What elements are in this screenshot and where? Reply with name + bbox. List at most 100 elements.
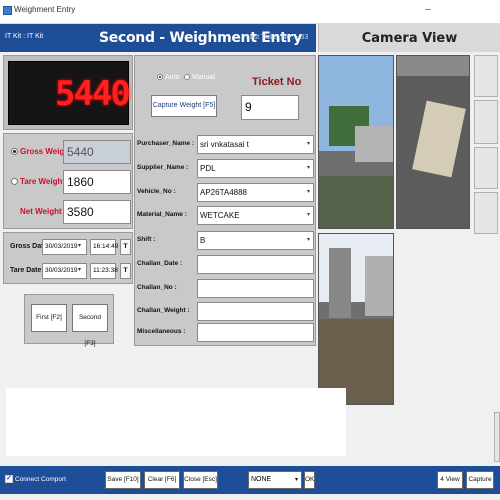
- mode-manual-radio[interactable]: [184, 74, 190, 81]
- gross-time-field[interactable]: 16:14:49: [90, 239, 118, 255]
- gross-weight-radio[interactable]: [11, 148, 18, 155]
- camera-2-top: [397, 56, 469, 76]
- scrollbar[interactable]: [494, 412, 500, 462]
- chevron-down-icon: ▾: [306, 212, 310, 218]
- chevron-down-icon: ▾: [306, 237, 310, 243]
- first-weighment-button[interactable]: First [F2]: [31, 304, 67, 332]
- form-row: Challan_Date :: [135, 254, 317, 274]
- form-field-value: B: [200, 236, 206, 245]
- form-field-value: AP26TA4888: [200, 188, 247, 197]
- camera-3-building: [365, 256, 393, 316]
- mode-auto-radio[interactable]: [157, 74, 163, 81]
- weights-panel: Gross Weight : 5440 Tare Weight : 1860 N…: [3, 133, 133, 229]
- calendar-dropdown-icon[interactable]: ▾: [78, 242, 81, 249]
- connect-comport-label: Connect Comport: [15, 476, 66, 483]
- ticket-no-field[interactable]: 9: [241, 95, 299, 120]
- ticket-no-label: Ticket No: [252, 76, 302, 88]
- chevron-down-icon: ▾: [306, 165, 310, 171]
- it-kit-label: IT Kit : IT Kit: [5, 33, 44, 40]
- form-row: Supplier_Name : PDL ▾: [135, 158, 317, 178]
- port-select[interactable]: NONE ▾: [248, 471, 302, 489]
- form-field-label: Supplier_Name :: [137, 164, 189, 171]
- form-field-dropdown[interactable]: PDL ▾: [197, 159, 314, 178]
- app-window: Weighment Entry – IT Kit : IT Kit Second…: [0, 0, 500, 500]
- camera-view-title: Camera View: [318, 24, 500, 52]
- form-field-input[interactable]: [197, 302, 314, 321]
- camera-side-button-2[interactable]: [474, 100, 498, 144]
- dates-panel: Gross Date 30/03/2019 ▾ 16:14:49 T Tare …: [3, 232, 133, 284]
- form-row: Shift : B ▾: [135, 230, 317, 250]
- net-weight-label: Net Weight :: [20, 207, 67, 216]
- mode-manual[interactable]: Manual: [184, 74, 215, 81]
- connect-comport-checkbox[interactable]: ✓: [5, 475, 13, 483]
- second-weighment-button[interactable]: Second [F3]: [72, 304, 108, 347]
- camera-feed-3[interactable]: [318, 233, 394, 405]
- four-view-button[interactable]: 4 View: [437, 471, 463, 489]
- form-row: Purchaser_Name : sri vnkatasai t ▾: [135, 134, 317, 154]
- mode-auto[interactable]: Auto: [157, 74, 179, 81]
- camera-feed-2[interactable]: [396, 55, 470, 229]
- camera-1-ground: [319, 176, 393, 228]
- form-field-label: Challan_Date :: [137, 260, 183, 267]
- form-field-dropdown[interactable]: AP26TA4888 ▾: [197, 183, 314, 202]
- tare-weight-field[interactable]: 1860: [63, 170, 131, 194]
- calendar-dropdown-icon[interactable]: ▾: [78, 266, 81, 273]
- form-row: Challan_Weight :: [135, 301, 317, 321]
- tare-weight-radio[interactable]: [11, 178, 18, 185]
- form-field-label: Challan_Weight :: [137, 307, 190, 314]
- net-weight-field[interactable]: 3580: [63, 200, 131, 224]
- form-field-input[interactable]: [197, 255, 314, 274]
- tare-time-button[interactable]: T: [120, 263, 131, 279]
- gross-date-row: Gross Date 30/03/2019 ▾ 16:14:49 T: [4, 237, 134, 257]
- weighment-actions: First [F2] Second [F3]: [24, 294, 114, 347]
- tare-time-field[interactable]: 11:23:38: [90, 263, 118, 279]
- window-title: Weighment Entry: [14, 5, 76, 14]
- app-icon: [3, 6, 12, 15]
- mode-auto-label: Auto: [165, 74, 180, 81]
- form-row: Miscellaneous :: [135, 322, 317, 342]
- camera-side-button-4[interactable]: [474, 192, 498, 234]
- gross-weight-field[interactable]: 5440: [63, 140, 131, 164]
- form-field-dropdown[interactable]: B ▾: [197, 231, 314, 250]
- net-weight-row: Net Weight : 3580: [4, 200, 134, 224]
- form-field-label: Shift :: [137, 236, 156, 243]
- bottom-toolbar: ✓ Connect Comport Save [F10] Clear [F6] …: [0, 466, 500, 494]
- form-row: Challan_No :: [135, 278, 317, 298]
- gross-time-button[interactable]: T: [120, 239, 131, 255]
- tare-weight-row: Tare Weight : 1860: [4, 170, 134, 194]
- entry-form-panel: Auto Manual Ticket No Capture Weight [F5…: [134, 55, 316, 346]
- weight-display-panel: 5440: [3, 55, 133, 130]
- form-field-input[interactable]: [197, 279, 314, 298]
- port-select-value: NONE: [251, 476, 272, 483]
- form-field-input[interactable]: [197, 323, 314, 342]
- camera-side-button-3[interactable]: [474, 147, 498, 189]
- form-field-label: Material_Name :: [137, 211, 187, 218]
- form-field-dropdown[interactable]: WETCAKE ▾: [197, 206, 314, 225]
- header-bar: IT Kit : IT Kit Second - Weighment Entry…: [0, 24, 316, 52]
- capture-button[interactable]: Capture: [466, 471, 494, 489]
- gross-weight-row: Gross Weight : 5440: [4, 140, 134, 164]
- form-field-value: WETCAKE: [200, 211, 240, 220]
- form-field-dropdown[interactable]: sri vnkatasai t ▾: [197, 135, 314, 154]
- minimize-button[interactable]: –: [417, 4, 439, 18]
- chevron-down-icon: ▾: [306, 189, 310, 195]
- chevron-down-icon: ▾: [306, 141, 310, 147]
- form-field-label: Purchaser_Name :: [137, 140, 195, 147]
- camera-side-button-1[interactable]: [474, 55, 498, 97]
- capture-weight-button[interactable]: Capture Weight [F5]: [151, 95, 217, 117]
- clear-button[interactable]: Clear [F6]: [144, 471, 180, 489]
- tare-date-row: Tare Date 30/03/2019 ▾ 11:23:38 T: [4, 261, 134, 281]
- save-button[interactable]: Save [F10]: [105, 471, 141, 489]
- form-row: Vehicle_No : AP26TA4888 ▾: [135, 182, 317, 202]
- mode-manual-label: Manual: [192, 74, 215, 81]
- form-field-label: Miscellaneous :: [137, 328, 186, 335]
- close-button[interactable]: Close [Esc]: [183, 471, 218, 489]
- weight-display-value: 5440: [55, 74, 131, 114]
- form-field-value: PDL: [200, 164, 216, 173]
- form-row: Material_Name : WETCAKE ▾: [135, 205, 317, 225]
- last-ticket-label: Last Ticket No : - 33: [246, 34, 309, 41]
- title-bar: Weighment Entry –: [0, 0, 500, 24]
- form-field-label: Challan_No :: [137, 284, 177, 291]
- camera-feed-1[interactable]: [318, 55, 394, 229]
- ok-button[interactable]: OK: [304, 471, 315, 489]
